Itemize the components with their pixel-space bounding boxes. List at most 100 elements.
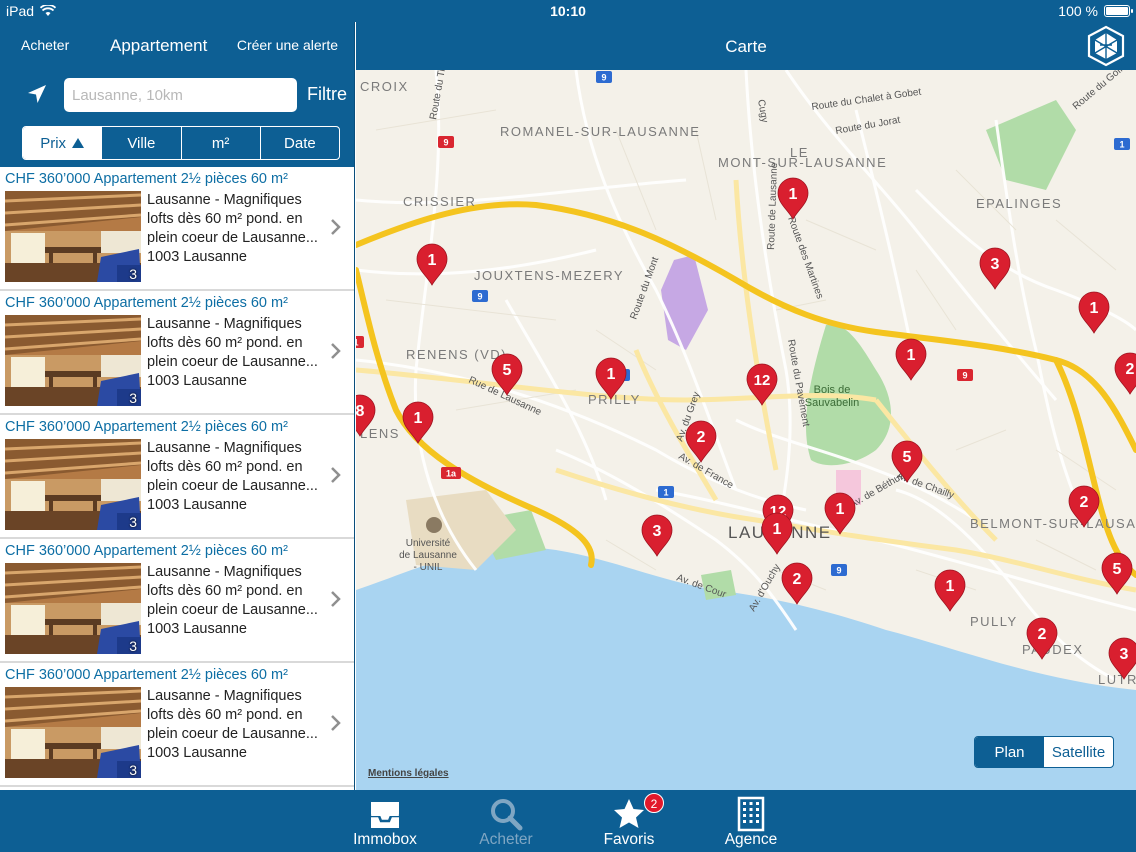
map-type-plan[interactable]: Plan <box>975 737 1044 767</box>
back-button[interactable]: Acheter <box>21 37 69 53</box>
listing-desc-line: lofts dès 60 m² pond. en <box>147 335 303 351</box>
search-icon <box>491 799 523 831</box>
listing-desc-line: Lausanne - Magnifiques <box>147 316 302 332</box>
route-shield: 1a <box>441 467 461 479</box>
brand-logo-icon[interactable] <box>1086 25 1126 67</box>
listing-desc-line: plein coeur de Lausanne... <box>147 602 318 618</box>
listing-address: 1003 Lausanne <box>147 621 247 637</box>
listing-item[interactable]: CHF 360’000 Appartement 2½ pièces 60 m² … <box>0 663 354 787</box>
tab-favorites[interactable]: 2 Favoris <box>574 790 684 852</box>
map-pin-count: 1 <box>773 521 782 538</box>
place-label: MONT-SUR-LAUSANNE <box>718 155 887 170</box>
listing-desc-line: Lausanne - Magnifiques <box>147 440 302 456</box>
listing-navbar: Acheter Appartement Créer une alerte <box>0 22 354 70</box>
sort-tab-date[interactable]: Date <box>261 127 339 159</box>
chevron-right-icon <box>331 715 341 731</box>
map-pin-count: 1 <box>789 186 798 203</box>
listing-item[interactable]: CHF 360’000 Appartement 2½ pièces 60 m² … <box>0 291 354 415</box>
listing-thumbnail: 3 <box>5 439 141 530</box>
map-pin-count: 3 <box>653 523 662 540</box>
map-pin-count: 8 <box>356 403 365 420</box>
listing-desc-line: Lausanne - Magnifiques <box>147 192 302 208</box>
listing-address: 1003 Lausanne <box>147 497 247 513</box>
listing-desc-line: lofts dès 60 m² pond. en <box>147 583 303 599</box>
map-type-satellite[interactable]: Satellite <box>1044 737 1113 767</box>
map-pin-count: 12 <box>754 372 771 389</box>
route-shield: 9 <box>957 369 973 381</box>
map-pane: Carte 9 9 9 1a 1 9 1 9 CROIX ROMANEL-SUR… <box>356 22 1136 790</box>
route-shield: 1 <box>658 486 674 498</box>
status-time: 10:10 <box>550 3 586 19</box>
tab-immobox[interactable]: Immobox <box>330 790 440 852</box>
map-pin-count: 5 <box>903 449 912 466</box>
tab-agency[interactable]: Agence <box>696 790 806 852</box>
map-pin-count: 1 <box>836 501 845 518</box>
listing-price: CHF 360’000 Appartement 2½ pièces 60 m² <box>5 295 288 311</box>
listing-pane: Acheter Appartement Créer une alerte Fil… <box>0 22 355 790</box>
park-label: Sauvabelin <box>805 397 859 409</box>
chevron-right-icon <box>331 467 341 483</box>
sort-ascending-icon <box>72 138 85 148</box>
listing-price: CHF 360’000 Appartement 2½ pièces 60 m² <box>5 543 288 559</box>
search-input[interactable] <box>64 78 297 112</box>
location-arrow-icon[interactable] <box>26 83 48 105</box>
route-shield: 1 <box>356 336 364 348</box>
listing-description: Lausanne - Magnifiques lofts dès 60 m² p… <box>147 563 327 639</box>
photo-count: 3 <box>129 638 137 654</box>
poi-label: Université <box>406 538 451 549</box>
listing-desc-line: lofts dès 60 m² pond. en <box>147 707 303 723</box>
map-pin-count: 1 <box>414 410 423 427</box>
listing-item[interactable]: CHF 360’000 Appartement 2½ pièces 60 m² … <box>0 167 354 291</box>
map-pin-count: 2 <box>1080 494 1089 511</box>
favorites-badge: 2 <box>644 793 664 813</box>
map-view[interactable]: 9 9 9 1a 1 9 5 1 9 1 CROIX ROMANEL-SUR-L… <box>356 70 1136 790</box>
create-alert-button[interactable]: Créer une alerte <box>237 37 338 53</box>
route-shield: 1 <box>1114 138 1130 150</box>
map-pin-count: 5 <box>1113 561 1122 578</box>
status-right: 100 % <box>1058 3 1133 19</box>
map-pin-count: 1 <box>428 252 437 269</box>
svg-text:1: 1 <box>663 488 668 498</box>
route-shield: 9 <box>472 290 488 302</box>
listing-description: Lausanne - Magnifiques lofts dès 60 m² p… <box>147 191 327 267</box>
tab-label: Agence <box>724 831 778 848</box>
place-label: ROMANEL-SUR-LAUSANNE <box>500 124 700 139</box>
listing-item[interactable]: CHF 360’000 Appartement 2½ pièces 60 m² … <box>0 539 354 663</box>
place-label: JOUXTENS-MEZERY <box>474 268 624 283</box>
svg-text:9: 9 <box>477 292 482 302</box>
listing-desc-line: lofts dès 60 m² pond. en <box>147 211 303 227</box>
svg-text:9: 9 <box>601 73 606 83</box>
place-label: CRISSIER <box>403 194 476 209</box>
map-header: Carte <box>356 22 1136 70</box>
listing-item[interactable]: CHF 360’000 Appartement 2½ pièces 60 m² … <box>0 415 354 539</box>
listing-photo <box>5 315 141 406</box>
legal-link[interactable]: Mentions légales <box>368 768 449 779</box>
sort-tab-area[interactable]: m² <box>182 127 261 159</box>
search-row: Filtre <box>0 74 354 114</box>
chevron-right-icon <box>331 591 341 607</box>
sort-segmented-control: Prix Ville m² Date <box>22 126 340 160</box>
sort-tab-price[interactable]: Prix <box>23 127 103 159</box>
listing-price: CHF 360’000 Appartement 2½ pièces 60 m² <box>5 667 288 683</box>
map-pin-count: 5 <box>503 362 512 379</box>
route-shield: 9 <box>596 71 612 83</box>
place-label: PULLY <box>970 614 1018 629</box>
listing-desc-line: plein coeur de Lausanne... <box>147 478 318 494</box>
listing-thumbnail: 3 <box>5 191 141 282</box>
tab-buy[interactable]: Acheter <box>451 790 561 852</box>
filter-button[interactable]: Filtre <box>307 84 347 105</box>
listing-description: Lausanne - Magnifiques lofts dès 60 m² p… <box>147 687 327 763</box>
listing-desc-line: lofts dès 60 m² pond. en <box>147 459 303 475</box>
sort-tab-city[interactable]: Ville <box>102 127 182 159</box>
listing-price: CHF 360’000 Appartement 2½ pièces 60 m² <box>5 419 288 435</box>
listing-photo <box>5 191 141 282</box>
map-pin-count: 1 <box>946 578 955 595</box>
listing-address: 1003 Lausanne <box>147 249 247 265</box>
star-icon <box>614 799 644 828</box>
sort-tab-label: Prix <box>40 134 67 152</box>
poi-label: de Lausanne <box>399 550 457 561</box>
listing-desc-line: Lausanne - Magnifiques <box>147 688 302 704</box>
route-shield: 9 <box>438 136 454 148</box>
listing-photo <box>5 687 141 778</box>
listing-address: 1003 Lausanne <box>147 745 247 761</box>
